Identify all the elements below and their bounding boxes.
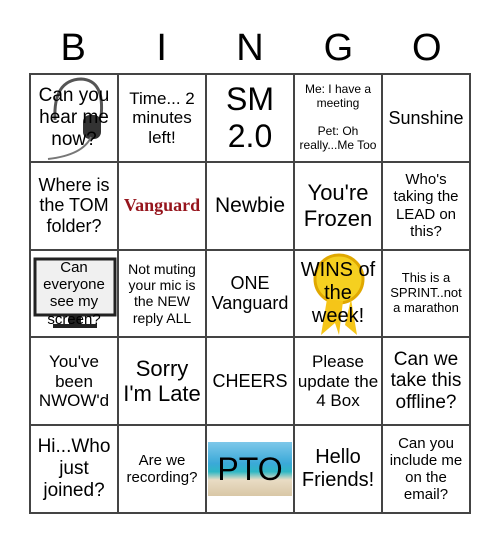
bingo-cell[interactable]: Time... 2 minutes left! — [118, 74, 206, 162]
bingo-header: B I N G O — [29, 26, 471, 70]
bingo-cell[interactable]: Can you include me on the email? — [382, 425, 470, 513]
bingo-cell[interactable]: Who's taking the LEAD on this? — [382, 161, 470, 250]
bingo-cell[interactable]: Newbie — [206, 161, 294, 250]
bingo-cell[interactable]: Hi...Who just joined? — [30, 425, 118, 513]
header-letter: O — [412, 27, 442, 69]
cell-text: Newbie — [214, 193, 286, 217]
bingo-card: Can you hear me now? Time... 2 minutes le… — [29, 73, 471, 514]
bingo-cell[interactable]: Can we take this offline? — [382, 337, 470, 426]
bingo-cell[interactable]: Vanguard — [118, 161, 206, 250]
cell-text: Hi...Who just joined? — [37, 436, 111, 502]
bingo-cell[interactable]: Can you hear me now? — [30, 74, 118, 162]
cell-text: This is a SPRINT..not a marathon — [390, 270, 462, 315]
cell-text: Me: I have a meeting Pet: Oh really...Me… — [299, 82, 377, 152]
bingo-cell[interactable]: WINS of the week! — [294, 249, 382, 338]
cell-text: Hello Friends! — [301, 446, 375, 492]
cell-text: You're Frozen — [303, 180, 373, 231]
bingo-cell[interactable]: This is a SPRINT..not a marathon — [382, 249, 470, 338]
bingo-cell[interactable]: Hello Friends! — [294, 425, 382, 513]
bingo-cell[interactable]: Not muting your mic is the NEW reply ALL — [118, 249, 206, 338]
bingo-cell[interactable]: You're Frozen — [294, 161, 382, 250]
bingo-cell[interactable]: You've been NWOW'd — [30, 337, 118, 426]
bingo-cell[interactable]: Are we recording? — [118, 425, 206, 513]
bingo-cell[interactable]: Please update the 4 Box — [294, 337, 382, 426]
cell-text: PTO — [217, 450, 283, 487]
cell-text: Can we take this offline? — [390, 348, 462, 414]
header-letter: I — [156, 27, 167, 69]
cell-text: Can you hear me now? — [38, 85, 110, 150]
cell-text: Sorry I'm Late — [123, 355, 201, 407]
cell-text: ONE Vanguard — [211, 272, 289, 314]
cell-text: Sunshine — [388, 107, 464, 128]
bingo-cell[interactable]: Sunshine — [382, 74, 470, 162]
bingo-cell[interactable]: SM 2.0 — [206, 74, 294, 162]
cell-text: Time... 2 minutes left! — [129, 88, 195, 147]
cell-text: CHEERS — [212, 370, 288, 391]
cell-text: Not muting your mic is the NEW reply ALL — [128, 261, 196, 326]
bingo-cell[interactable]: Sorry I'm Late — [118, 337, 206, 426]
cell-text: SM 2.0 — [226, 81, 274, 154]
bingo-cell[interactable]: Where is the TOM folder? — [30, 161, 118, 250]
header-letter: G — [323, 27, 354, 69]
header-letter: N — [236, 27, 264, 69]
bingo-cell[interactable]: Me: I have a meeting Pet: Oh really...Me… — [294, 74, 382, 162]
cell-text: WINS of the week! — [300, 258, 376, 327]
cell-text: Are we recording? — [126, 451, 198, 487]
cell-text: Who's taking the LEAD on this? — [393, 171, 459, 240]
cell-text: Can everyone see my screen? — [43, 258, 105, 328]
bingo-cell[interactable]: Can everyone see my screen? — [30, 249, 118, 338]
cell-text: Please update the 4 Box — [297, 351, 379, 411]
vanguard-logo: Vanguard — [123, 195, 201, 216]
bingo-cell[interactable]: CHEERS — [206, 337, 294, 426]
cell-text: Can you include me on the email? — [389, 434, 463, 504]
cell-text: You've been NWOW'd — [38, 351, 110, 411]
header-letter: B — [60, 27, 86, 69]
bingo-cell[interactable]: PTO — [206, 425, 294, 513]
cell-text: Where is the TOM folder? — [38, 174, 110, 237]
bingo-cell[interactable]: ONE Vanguard — [206, 249, 294, 338]
